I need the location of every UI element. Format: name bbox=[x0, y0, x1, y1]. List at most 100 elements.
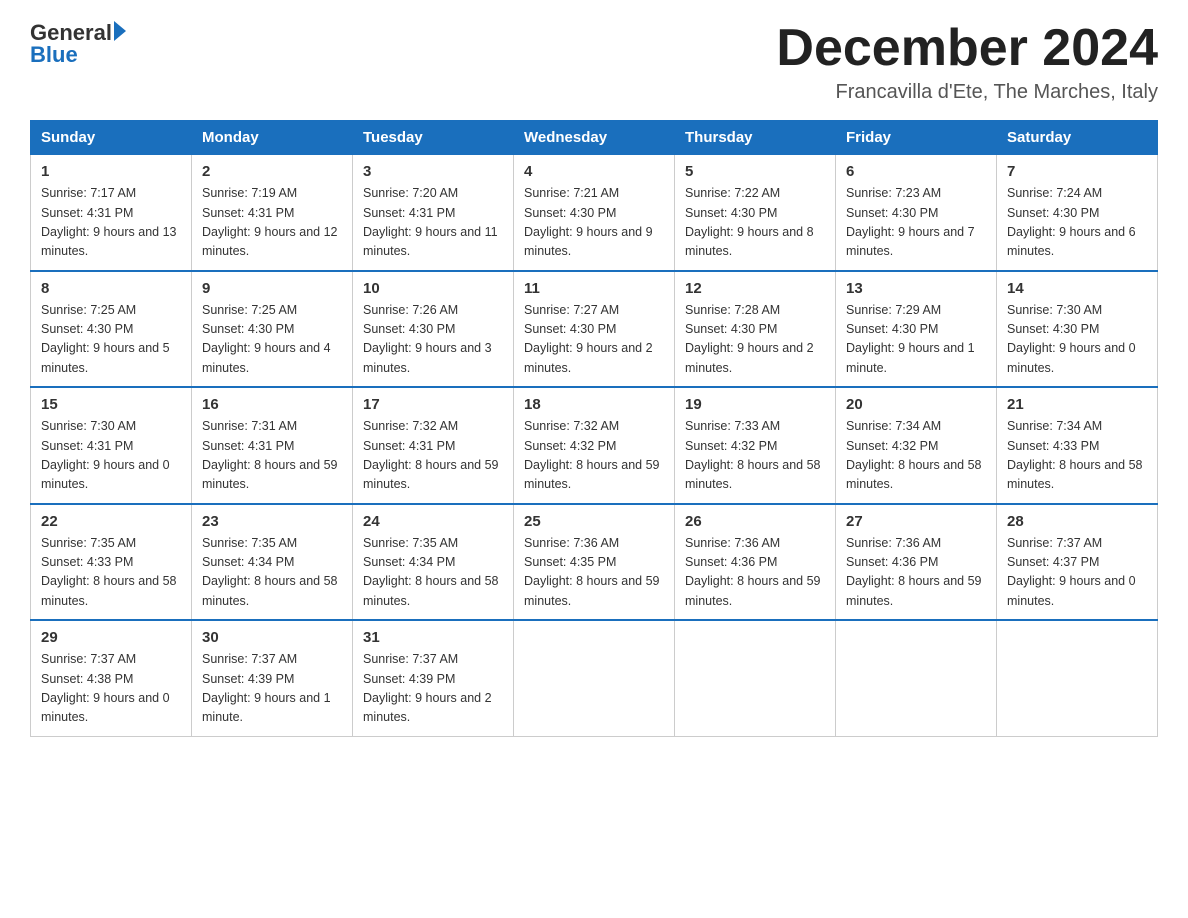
day-number: 20 bbox=[846, 396, 986, 413]
day-number: 23 bbox=[202, 513, 342, 530]
day-info: Sunrise: 7:34 AMSunset: 4:32 PMDaylight:… bbox=[846, 419, 982, 491]
day-info: Sunrise: 7:34 AMSunset: 4:33 PMDaylight:… bbox=[1007, 419, 1143, 491]
day-info: Sunrise: 7:27 AMSunset: 4:30 PMDaylight:… bbox=[524, 303, 653, 375]
calendar-cell: 9 Sunrise: 7:25 AMSunset: 4:30 PMDaylight… bbox=[192, 271, 353, 388]
day-info: Sunrise: 7:22 AMSunset: 4:30 PMDaylight:… bbox=[685, 186, 814, 258]
day-info: Sunrise: 7:36 AMSunset: 4:35 PMDaylight:… bbox=[524, 536, 660, 608]
calendar-cell: 19Sunrise: 7:33 AMSunset: 4:32 PMDayligh… bbox=[675, 387, 836, 504]
day-number: 29 bbox=[41, 629, 181, 646]
calendar-cell: 5 Sunrise: 7:22 AMSunset: 4:30 PMDaylight… bbox=[675, 155, 836, 271]
day-info: Sunrise: 7:17 AMSunset: 4:31 PMDaylight:… bbox=[41, 186, 177, 258]
calendar-header-row: SundayMondayTuesdayWednesdayThursdayFrid… bbox=[31, 121, 1158, 155]
calendar-cell: 20 Sunrise: 7:34 AMSunset: 4:32 PMDayligh… bbox=[836, 387, 997, 504]
header-friday: Friday bbox=[836, 121, 997, 155]
calendar-cell: 11Sunrise: 7:27 AMSunset: 4:30 PMDayligh… bbox=[514, 271, 675, 388]
calendar-cell: 27Sunrise: 7:36 AMSunset: 4:36 PMDayligh… bbox=[836, 504, 997, 621]
day-number: 28 bbox=[1007, 513, 1147, 530]
calendar-cell bbox=[836, 620, 997, 736]
day-number: 16 bbox=[202, 396, 342, 413]
day-number: 27 bbox=[846, 513, 986, 530]
calendar-cell: 17 Sunrise: 7:32 AMSunset: 4:31 PMDayligh… bbox=[353, 387, 514, 504]
day-info: Sunrise: 7:37 AMSunset: 4:39 PMDaylight:… bbox=[202, 652, 331, 724]
day-info: Sunrise: 7:36 AMSunset: 4:36 PMDaylight:… bbox=[685, 536, 821, 608]
day-number: 13 bbox=[846, 280, 986, 297]
title-block: December 2024 Francavilla d'Ete, The Mar… bbox=[776, 20, 1158, 104]
calendar-cell: 28 Sunrise: 7:37 AMSunset: 4:37 PMDayligh… bbox=[997, 504, 1158, 621]
calendar-cell: 14 Sunrise: 7:30 AMSunset: 4:30 PMDayligh… bbox=[997, 271, 1158, 388]
calendar-cell: 15 Sunrise: 7:30 AMSunset: 4:31 PMDayligh… bbox=[31, 387, 192, 504]
day-info: Sunrise: 7:37 AMSunset: 4:39 PMDaylight:… bbox=[363, 652, 492, 724]
calendar-cell bbox=[997, 620, 1158, 736]
day-info: Sunrise: 7:25 AMSunset: 4:30 PMDaylight:… bbox=[202, 303, 331, 375]
day-info: Sunrise: 7:26 AMSunset: 4:30 PMDaylight:… bbox=[363, 303, 492, 375]
day-number: 12 bbox=[685, 280, 825, 297]
logo: General Blue bbox=[30, 20, 126, 68]
page-header: General Blue December 2024 Francavilla d… bbox=[30, 20, 1158, 104]
calendar-cell: 4 Sunrise: 7:21 AMSunset: 4:30 PMDaylight… bbox=[514, 155, 675, 271]
day-info: Sunrise: 7:30 AMSunset: 4:30 PMDaylight:… bbox=[1007, 303, 1136, 375]
day-number: 17 bbox=[363, 396, 503, 413]
calendar-cell: 26 Sunrise: 7:36 AMSunset: 4:36 PMDayligh… bbox=[675, 504, 836, 621]
calendar-cell: 29 Sunrise: 7:37 AMSunset: 4:38 PMDayligh… bbox=[31, 620, 192, 736]
day-info: Sunrise: 7:35 AMSunset: 4:34 PMDaylight:… bbox=[202, 536, 338, 608]
header-monday: Monday bbox=[192, 121, 353, 155]
calendar-cell: 8 Sunrise: 7:25 AMSunset: 4:30 PMDaylight… bbox=[31, 271, 192, 388]
calendar-cell: 21 Sunrise: 7:34 AMSunset: 4:33 PMDayligh… bbox=[997, 387, 1158, 504]
calendar-cell: 16 Sunrise: 7:31 AMSunset: 4:31 PMDayligh… bbox=[192, 387, 353, 504]
day-number: 7 bbox=[1007, 163, 1147, 180]
calendar-table: SundayMondayTuesdayWednesdayThursdayFrid… bbox=[30, 120, 1158, 737]
day-number: 5 bbox=[685, 163, 825, 180]
day-number: 18 bbox=[524, 396, 664, 413]
day-info: Sunrise: 7:33 AMSunset: 4:32 PMDaylight:… bbox=[685, 419, 821, 491]
day-info: Sunrise: 7:29 AMSunset: 4:30 PMDaylight:… bbox=[846, 303, 975, 375]
calendar-cell: 24 Sunrise: 7:35 AMSunset: 4:34 PMDayligh… bbox=[353, 504, 514, 621]
day-number: 15 bbox=[41, 396, 181, 413]
calendar-cell: 23 Sunrise: 7:35 AMSunset: 4:34 PMDayligh… bbox=[192, 504, 353, 621]
day-info: Sunrise: 7:30 AMSunset: 4:31 PMDaylight:… bbox=[41, 419, 170, 491]
day-number: 31 bbox=[363, 629, 503, 646]
day-info: Sunrise: 7:25 AMSunset: 4:30 PMDaylight:… bbox=[41, 303, 170, 375]
day-number: 25 bbox=[524, 513, 664, 530]
calendar-cell: 30 Sunrise: 7:37 AMSunset: 4:39 PMDayligh… bbox=[192, 620, 353, 736]
calendar-cell: 18 Sunrise: 7:32 AMSunset: 4:32 PMDayligh… bbox=[514, 387, 675, 504]
day-info: Sunrise: 7:37 AMSunset: 4:37 PMDaylight:… bbox=[1007, 536, 1136, 608]
day-number: 9 bbox=[202, 280, 342, 297]
day-number: 8 bbox=[41, 280, 181, 297]
day-info: Sunrise: 7:21 AMSunset: 4:30 PMDaylight:… bbox=[524, 186, 653, 258]
calendar-cell: 12 Sunrise: 7:28 AMSunset: 4:30 PMDayligh… bbox=[675, 271, 836, 388]
header-sunday: Sunday bbox=[31, 121, 192, 155]
header-thursday: Thursday bbox=[675, 121, 836, 155]
calendar-cell: 1Sunrise: 7:17 AMSunset: 4:31 PMDaylight… bbox=[31, 155, 192, 271]
day-number: 4 bbox=[524, 163, 664, 180]
day-info: Sunrise: 7:23 AMSunset: 4:30 PMDaylight:… bbox=[846, 186, 975, 258]
day-info: Sunrise: 7:37 AMSunset: 4:38 PMDaylight:… bbox=[41, 652, 170, 724]
calendar-week-row: 1Sunrise: 7:17 AMSunset: 4:31 PMDaylight… bbox=[31, 155, 1158, 271]
calendar-cell bbox=[514, 620, 675, 736]
day-number: 21 bbox=[1007, 396, 1147, 413]
calendar-cell: 7 Sunrise: 7:24 AMSunset: 4:30 PMDaylight… bbox=[997, 155, 1158, 271]
day-info: Sunrise: 7:31 AMSunset: 4:31 PMDaylight:… bbox=[202, 419, 338, 491]
day-number: 3 bbox=[363, 163, 503, 180]
day-number: 24 bbox=[363, 513, 503, 530]
day-number: 14 bbox=[1007, 280, 1147, 297]
calendar-cell: 6 Sunrise: 7:23 AMSunset: 4:30 PMDaylight… bbox=[836, 155, 997, 271]
day-info: Sunrise: 7:32 AMSunset: 4:31 PMDaylight:… bbox=[363, 419, 499, 491]
day-number: 26 bbox=[685, 513, 825, 530]
day-number: 10 bbox=[363, 280, 503, 297]
day-number: 22 bbox=[41, 513, 181, 530]
location: Francavilla d'Ete, The Marches, Italy bbox=[776, 81, 1158, 104]
day-info: Sunrise: 7:28 AMSunset: 4:30 PMDaylight:… bbox=[685, 303, 814, 375]
day-info: Sunrise: 7:35 AMSunset: 4:34 PMDaylight:… bbox=[363, 536, 499, 608]
day-number: 30 bbox=[202, 629, 342, 646]
month-title: December 2024 bbox=[776, 20, 1158, 77]
calendar-week-row: 29 Sunrise: 7:37 AMSunset: 4:38 PMDayligh… bbox=[31, 620, 1158, 736]
header-tuesday: Tuesday bbox=[353, 121, 514, 155]
logo-arrow-icon bbox=[114, 21, 126, 41]
day-info: Sunrise: 7:24 AMSunset: 4:30 PMDaylight:… bbox=[1007, 186, 1136, 258]
day-info: Sunrise: 7:32 AMSunset: 4:32 PMDaylight:… bbox=[524, 419, 660, 491]
day-number: 2 bbox=[202, 163, 342, 180]
calendar-cell: 2Sunrise: 7:19 AMSunset: 4:31 PMDaylight… bbox=[192, 155, 353, 271]
day-number: 6 bbox=[846, 163, 986, 180]
day-info: Sunrise: 7:35 AMSunset: 4:33 PMDaylight:… bbox=[41, 536, 177, 608]
calendar-cell bbox=[675, 620, 836, 736]
